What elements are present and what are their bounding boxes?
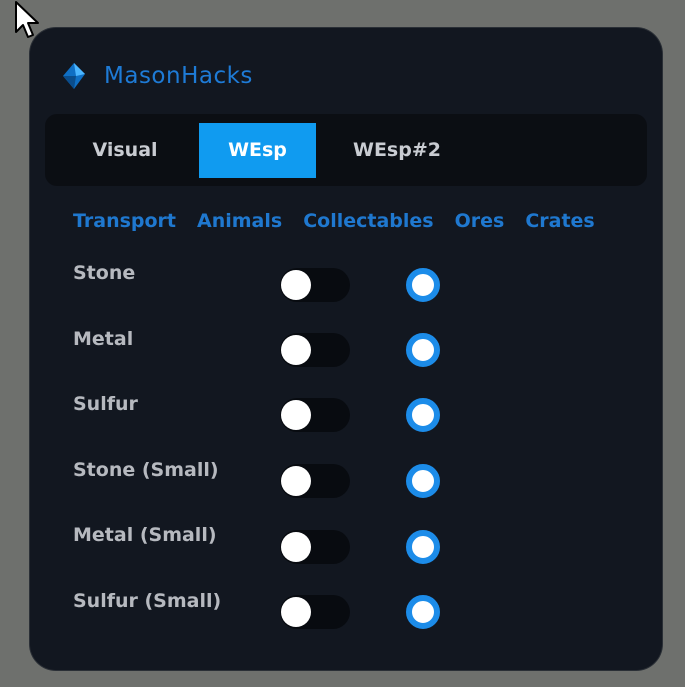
row-label-sulfur: Sulfur [73,393,138,415]
tab-wesp[interactable]: WEsp [199,123,316,178]
mouse-cursor-icon [15,1,39,38]
row-label-metal: Metal [73,328,134,350]
radio-stone-small[interactable] [406,464,440,498]
toggle-knob [281,466,311,496]
toggle-sulfur-small[interactable] [280,595,350,629]
tab-wesp2[interactable]: WEsp#2 [331,123,463,178]
row-label-metal-small: Metal (Small) [73,524,217,546]
row-label-stone: Stone [73,262,136,284]
subtab-transport[interactable]: Transport [73,210,176,232]
toggle-knob [281,400,311,430]
subtab-animals[interactable]: Animals [197,210,282,232]
toggle-knob [281,270,311,300]
toggle-knob [281,335,311,365]
subtab-bar: Transport Animals Collectables Ores Crat… [73,205,595,237]
toggle-sulfur[interactable] [280,398,350,432]
toggle-stone[interactable] [280,268,350,302]
masonhacks-logo-icon [63,63,85,89]
radio-stone[interactable] [406,268,440,302]
subtab-crates[interactable]: Crates [525,210,594,232]
tab-visual[interactable]: Visual [65,123,185,178]
radio-sulfur-small[interactable] [406,595,440,629]
subtab-ores[interactable]: Ores [455,210,505,232]
subtab-collectables[interactable]: Collectables [303,210,433,232]
toggle-stone-small[interactable] [280,464,350,498]
tab-bar: Visual WEsp WEsp#2 [45,114,647,186]
toggle-metal-small[interactable] [280,530,350,564]
menu-header: MasonHacks [58,58,253,94]
toggle-metal[interactable] [280,333,350,367]
toggle-knob [281,597,311,627]
radio-metal-small[interactable] [406,530,440,564]
radio-metal[interactable] [406,333,440,367]
row-label-sulfur-small: Sulfur (Small) [73,590,222,612]
brand-title: MasonHacks [104,63,253,89]
radio-sulfur[interactable] [406,398,440,432]
row-label-stone-small: Stone (Small) [73,459,219,481]
toggle-knob [281,532,311,562]
